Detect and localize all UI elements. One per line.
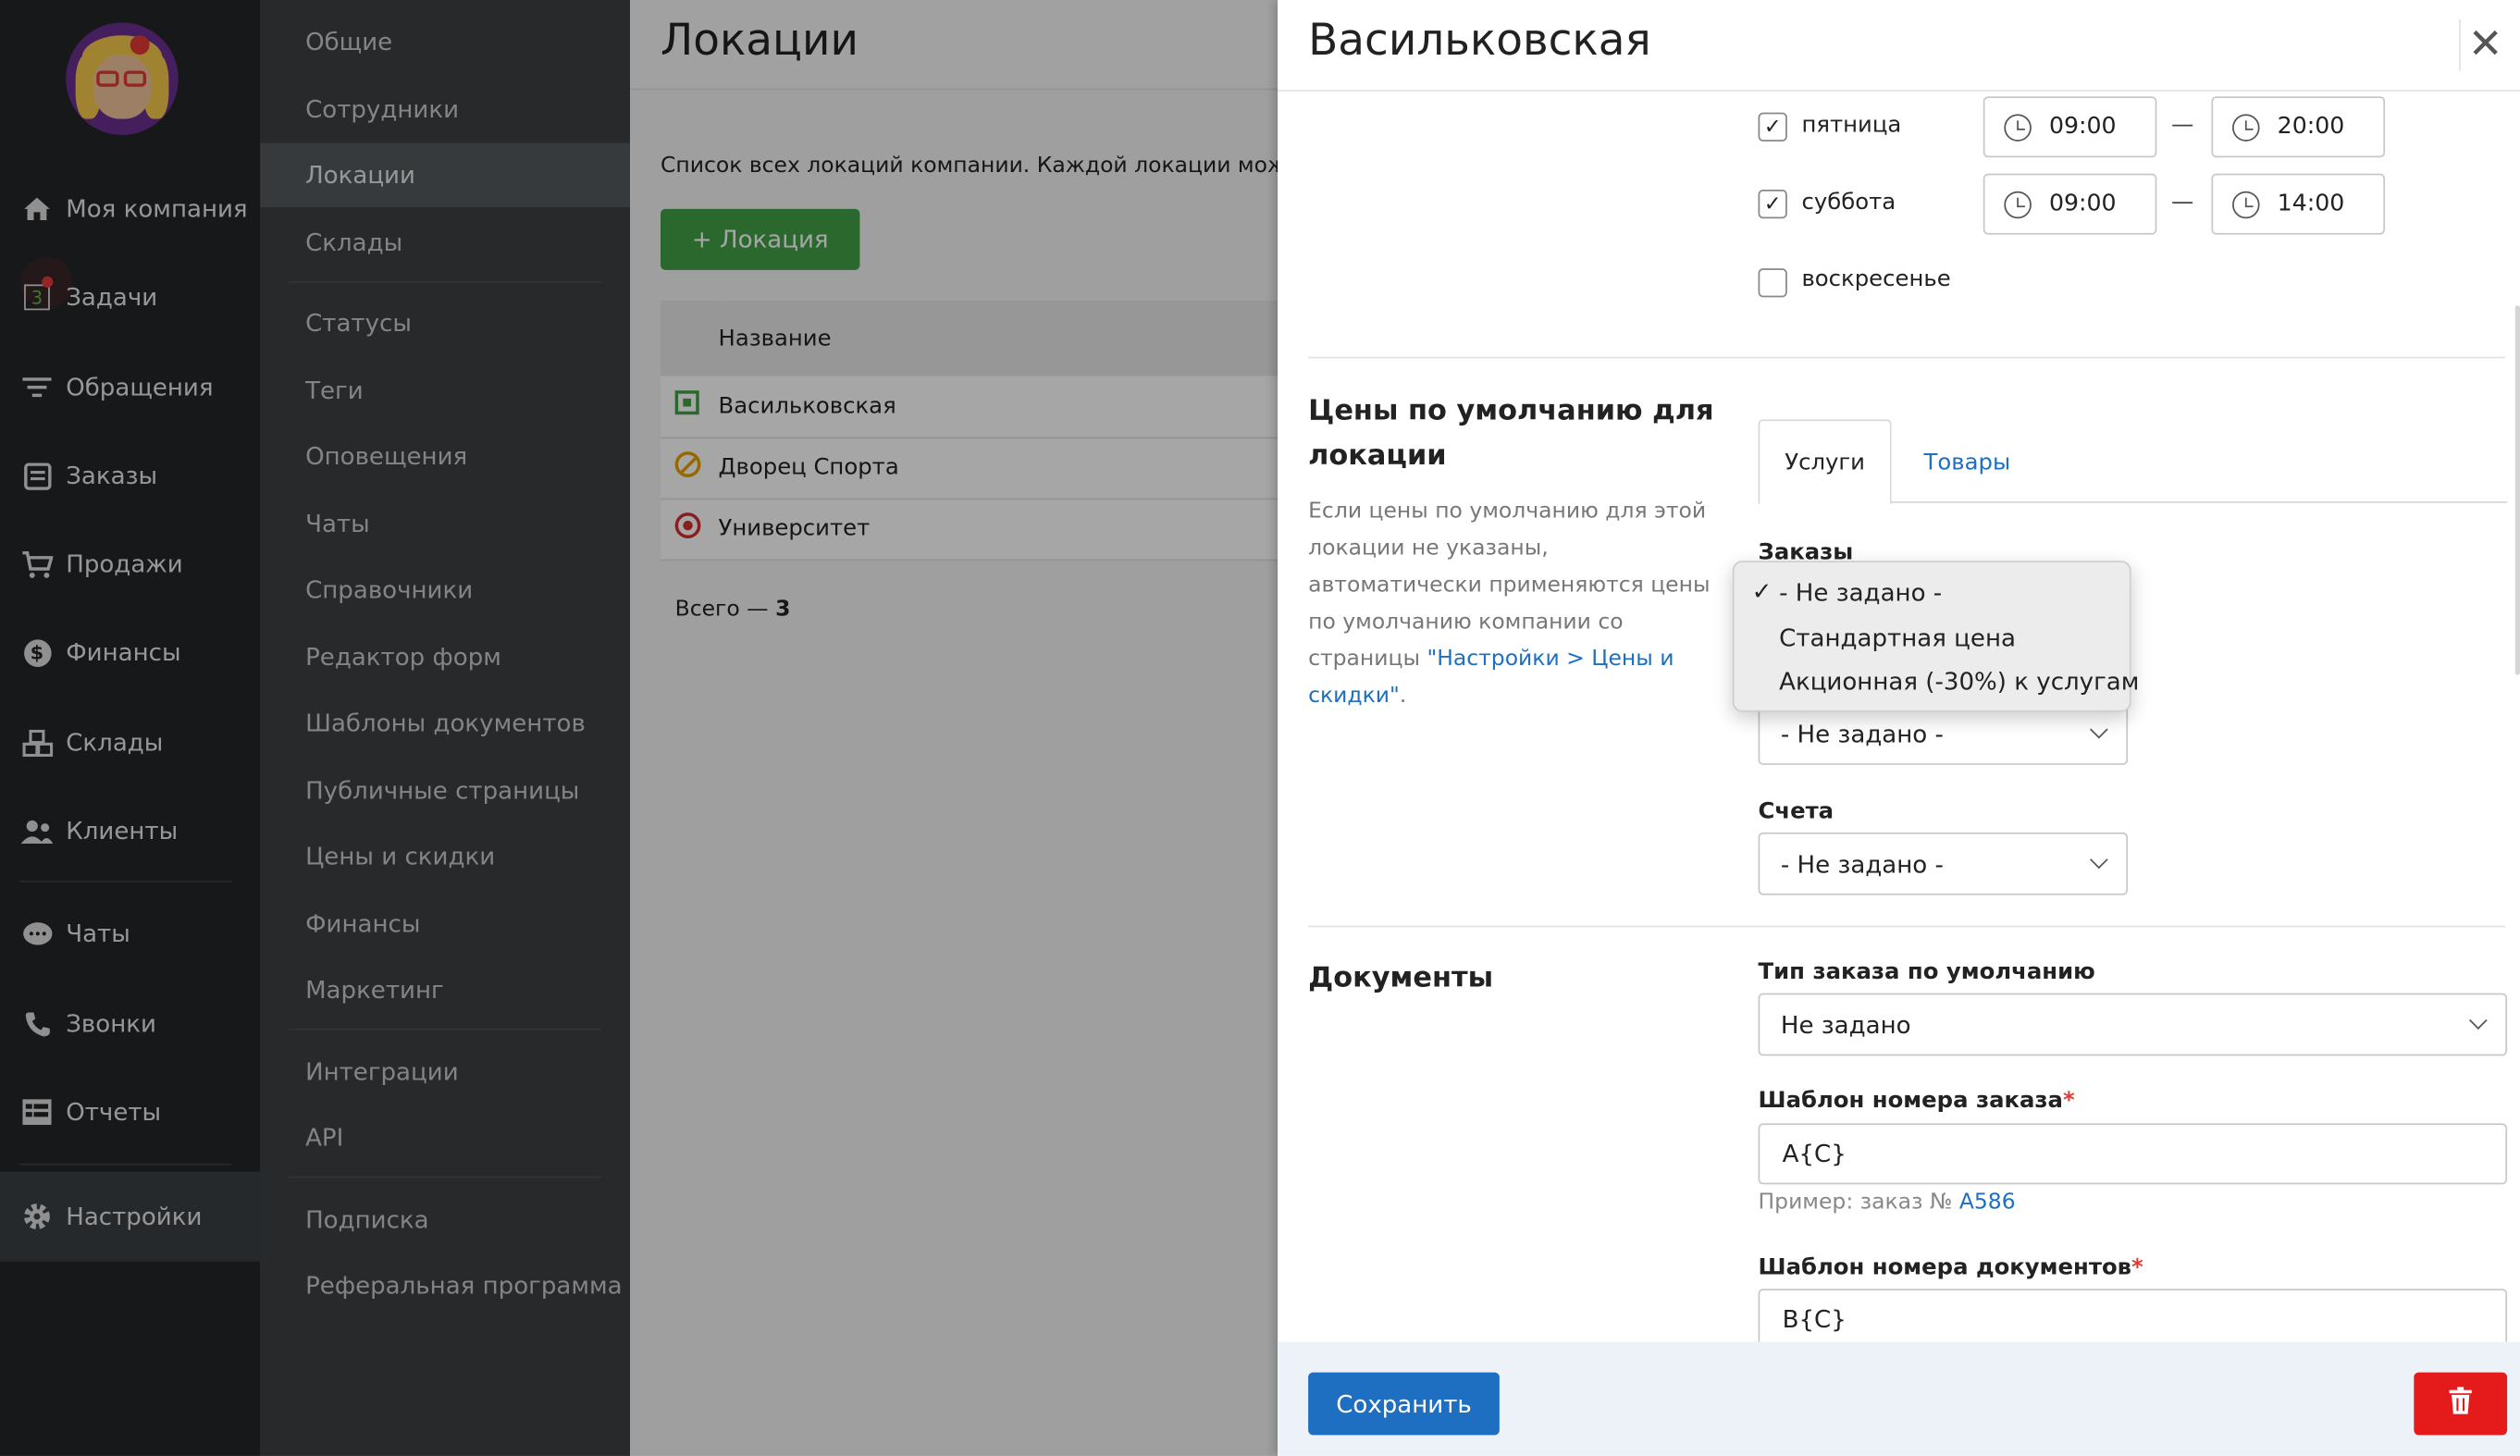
tab-services[interactable]: Услуги xyxy=(1758,419,1892,505)
order-template-hint: Пример: заказ № A586 xyxy=(1758,1189,2016,1215)
invoices-price-select[interactable]: - Не задано - xyxy=(1758,832,2129,895)
chevron-down-icon xyxy=(2090,850,2108,870)
clock-icon xyxy=(2004,190,2032,218)
dropdown-option-standard[interactable]: Стандартная цена xyxy=(1779,623,2016,652)
clock-icon xyxy=(2232,113,2260,142)
saturday-from-input[interactable]: 09:00 xyxy=(1983,173,2157,235)
clock-icon xyxy=(2004,113,2032,142)
location-edit-panel: Васильковская ✕ ✓ пятница 09:00 — 20:00 … xyxy=(1278,0,2520,1456)
checkmark-icon: ✓ xyxy=(1751,576,1773,606)
friday-from-input[interactable]: 09:00 xyxy=(1983,96,2157,158)
prices-tabs: Услуги Товары xyxy=(1758,419,2508,505)
modal-overlay[interactable] xyxy=(0,0,1279,1456)
panel-title: Васильковская xyxy=(1308,16,1651,67)
documents-section-title: Документы xyxy=(1308,962,1494,995)
sunday-label: воскресенье xyxy=(1801,266,1951,293)
prices-section-title: Цены по умолчанию для локации xyxy=(1308,395,1714,473)
saturday-label: суббота xyxy=(1801,189,1896,216)
dropdown-option-none[interactable]: - Не задано - xyxy=(1779,578,1942,607)
document-template-label: Шаблон номера документов* xyxy=(1758,1254,2143,1281)
order-template-label: Шаблон номера заказа* xyxy=(1758,1088,2075,1114)
chevron-down-icon xyxy=(2090,720,2108,739)
delete-button[interactable] xyxy=(2414,1372,2508,1436)
order-template-input[interactable]: A{C} xyxy=(1758,1123,2508,1185)
chevron-down-icon xyxy=(2468,1011,2488,1030)
prices-note: Если цены по умолчанию для этой локации … xyxy=(1308,498,1711,709)
panel-footer: Сохранить xyxy=(1278,1341,2520,1456)
scrollbar[interactable] xyxy=(2514,305,2520,675)
close-icon[interactable]: ✕ xyxy=(2458,19,2511,71)
trash-icon xyxy=(2449,1387,2472,1420)
friday-checkbox[interactable]: ✓ xyxy=(1758,112,1787,142)
order-type-label: Тип заказа по умолчанию xyxy=(1758,959,2095,985)
tab-goods[interactable]: Товары xyxy=(1903,419,2032,504)
friday-to-input[interactable]: 20:00 xyxy=(2211,96,2386,158)
orders-price-dropdown: ✓ - Не задано - Стандартная цена Акционн… xyxy=(1732,561,2139,712)
saturday-checkbox[interactable]: ✓ xyxy=(1758,189,1787,219)
sunday-checkbox[interactable] xyxy=(1758,268,1787,298)
friday-label: пятница xyxy=(1801,112,1902,139)
document-template-input[interactable]: B{C} xyxy=(1758,1289,2508,1351)
save-button[interactable]: Сохранить xyxy=(1308,1372,1500,1436)
clock-icon xyxy=(2232,190,2260,218)
dropdown-option-promo[interactable]: Акционная (-30%) к услугам xyxy=(1779,667,2139,696)
order-type-select[interactable]: Не задано xyxy=(1758,993,2508,1056)
invoices-label: Счета xyxy=(1758,798,1834,825)
saturday-to-input[interactable]: 14:00 xyxy=(2211,173,2386,235)
